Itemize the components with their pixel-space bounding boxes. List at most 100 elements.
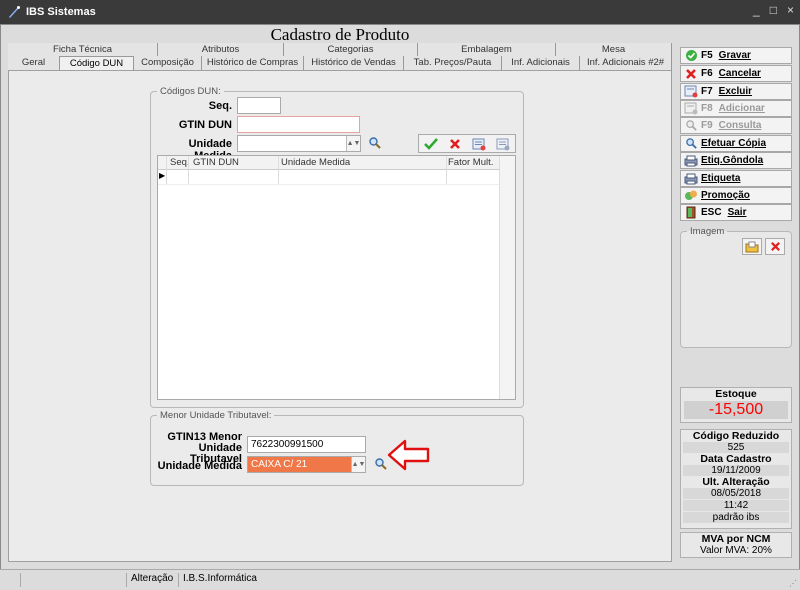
etiqueta-label: Etiqueta xyxy=(701,173,741,184)
unidade-medida-select[interactable]: ▲▼ xyxy=(237,135,361,152)
promocao-button[interactable]: Promoção xyxy=(680,187,792,204)
info-box: Código Reduzido 525 Data Cadastro 19/11/… xyxy=(680,429,792,529)
dun-grid-header: Seq. GTIN DUN Unidade Medida Fator Mult. xyxy=(158,156,499,170)
tab-codigo-dun[interactable]: Código DUN xyxy=(60,56,134,70)
efetuar-copia-label: Efetuar Cópia xyxy=(701,138,767,149)
printer-icon xyxy=(683,154,699,168)
col-fator-mult[interactable]: Fator Mult. xyxy=(448,157,493,168)
estoque-value: -15,500 xyxy=(684,401,788,419)
confirm-check-icon[interactable] xyxy=(422,136,440,152)
tab-row-2: Geral Código DUN Composição Histórico de… xyxy=(8,56,672,70)
tab-tab-precos[interactable]: Tab. Preços/Pauta xyxy=(404,56,502,70)
consulta-key: F9 xyxy=(701,120,713,131)
sair-button[interactable]: ESC Sair xyxy=(680,204,792,221)
status-cell-empty xyxy=(20,573,126,587)
maximize-button[interactable]: □ xyxy=(770,3,777,17)
codigos-dun-legend: Códigos DUN: xyxy=(160,86,221,97)
data-cadastro-label: Data Cadastro xyxy=(700,453,772,465)
mva-label: MVA por NCM xyxy=(701,533,771,545)
delete-doc-icon xyxy=(683,85,699,99)
tab-categorias[interactable]: Categorias xyxy=(284,43,418,57)
ult-alteracao-label: Ult. Alteração xyxy=(702,476,770,488)
efetuar-copia-button[interactable]: Efetuar Cópia xyxy=(680,135,792,152)
etiq-gondola-label: Etiq.Gôndola xyxy=(701,155,764,166)
cancelar-label: Cancelar xyxy=(718,68,761,79)
imagem-legend: Imagem xyxy=(690,226,725,237)
row-indicator-icon: ▶ xyxy=(159,171,166,180)
excluir-key: F7 xyxy=(701,86,713,97)
promocao-label: Promoção xyxy=(701,190,750,201)
search-icon[interactable] xyxy=(366,135,384,151)
tab-mesa[interactable]: Mesa xyxy=(556,43,672,57)
tab-geral[interactable]: Geral xyxy=(8,56,60,70)
seq-label: Seq. xyxy=(208,100,232,112)
exit-icon xyxy=(683,206,699,220)
window-titlebar: IBS Sistemas _ □ × xyxy=(0,0,800,24)
spin-arrows-icon[interactable]: ▲▼ xyxy=(346,136,360,151)
tab-inf-adicionais[interactable]: Inf. Adicionais xyxy=(502,56,580,70)
excluir-button[interactable]: F7 Excluir xyxy=(680,83,792,100)
gtin-dun-input[interactable] xyxy=(237,116,360,133)
col-unidade-medida[interactable]: Unidade Medida xyxy=(281,157,350,168)
tab-ficha-tecnica[interactable]: Ficha Técnica xyxy=(8,43,158,57)
grid-scrollbar[interactable] xyxy=(499,156,515,399)
remove-image-icon[interactable] xyxy=(765,238,785,255)
consulta-label: Consulta xyxy=(718,120,762,131)
tab-atributos[interactable]: Atributos xyxy=(158,43,284,57)
etiq-gondola-button[interactable]: Etiq.Gôndola xyxy=(680,152,792,169)
status-mode: Alteração xyxy=(126,573,178,587)
col-gtin-dun[interactable]: GTIN DUN xyxy=(193,157,239,168)
gravar-button[interactable]: F5 Gravar xyxy=(680,47,792,64)
open-folder-icon[interactable] xyxy=(742,238,762,255)
promo-icon xyxy=(683,189,699,203)
search-icon xyxy=(683,119,699,133)
menor-unidade-medida-select[interactable]: CAIXA C/ 21 ▲▼ xyxy=(247,456,366,473)
app-icon xyxy=(6,4,22,20)
tab-composicao[interactable]: Composição xyxy=(134,56,202,70)
sair-key: ESC xyxy=(701,207,722,218)
check-circle-icon xyxy=(683,49,699,63)
resize-grip-icon[interactable]: ⋰ xyxy=(789,579,797,588)
gtin-dun-label: GTIN DUN xyxy=(178,119,232,131)
status-bar: Alteração I.B.S.Informática ⋰ xyxy=(0,569,800,590)
estoque-label: Estoque xyxy=(715,388,757,400)
tab-row-1: Ficha Técnica Atributos Categorias Embal… xyxy=(8,43,672,57)
add-row-icon[interactable] xyxy=(494,136,512,152)
adicionar-key: F8 xyxy=(701,103,713,114)
mva-value: Valor MVA: 20% xyxy=(700,545,772,556)
ult-alteracao-user: padrão ibs xyxy=(683,512,789,523)
data-cadastro-value: 19/11/2009 xyxy=(683,465,789,476)
menor-unidade-medida-label: Unidade Medida xyxy=(157,460,242,472)
gtin13-input[interactable] xyxy=(247,436,366,453)
sair-label: Sair xyxy=(727,207,747,218)
close-button[interactable]: × xyxy=(787,3,794,17)
form-title: Cadastro de Produto xyxy=(270,25,410,44)
adicionar-button[interactable]: F8 Adicionar xyxy=(680,100,792,117)
tab-historico-vendas[interactable]: Histórico de Vendas xyxy=(304,56,404,70)
ult-alteracao-hora: 11:42 xyxy=(683,500,789,511)
spin-arrows-icon[interactable]: ▲▼ xyxy=(351,457,365,472)
cancelar-button[interactable]: F6 Cancelar xyxy=(680,65,792,82)
gravar-key: F5 xyxy=(701,50,713,61)
etiqueta-button[interactable]: Etiqueta xyxy=(680,170,792,187)
codigo-reduzido-value: 525 xyxy=(683,442,789,453)
excluir-label: Excluir xyxy=(718,86,753,97)
menor-unidade-legend: Menor Unidade Tributavel: xyxy=(160,410,272,421)
table-row[interactable]: ▶ xyxy=(158,171,499,185)
red-x-icon xyxy=(683,67,699,81)
ult-alteracao-data: 08/05/2018 xyxy=(683,488,789,499)
dun-grid[interactable]: Seq. GTIN DUN Unidade Medida Fator Mult.… xyxy=(157,155,516,400)
col-seq[interactable]: Seq. xyxy=(170,157,190,168)
cancel-x-icon[interactable] xyxy=(446,136,464,152)
copy-icon xyxy=(683,137,699,151)
tab-inf-adicionais-2[interactable]: Inf. Adicionais #2# xyxy=(580,56,672,70)
seq-input[interactable] xyxy=(237,97,281,114)
minimize-button[interactable]: _ xyxy=(753,3,760,17)
consulta-button[interactable]: F9 Consulta xyxy=(680,117,792,134)
status-company: I.B.S.Informática xyxy=(178,573,298,587)
tab-embalagem[interactable]: Embalagem xyxy=(418,43,556,57)
window-title: IBS Sistemas xyxy=(26,6,96,18)
tab-historico-compras[interactable]: Histórico de Compras xyxy=(202,56,304,70)
delete-row-icon[interactable] xyxy=(470,136,488,152)
adicionar-label: Adicionar xyxy=(718,103,765,114)
